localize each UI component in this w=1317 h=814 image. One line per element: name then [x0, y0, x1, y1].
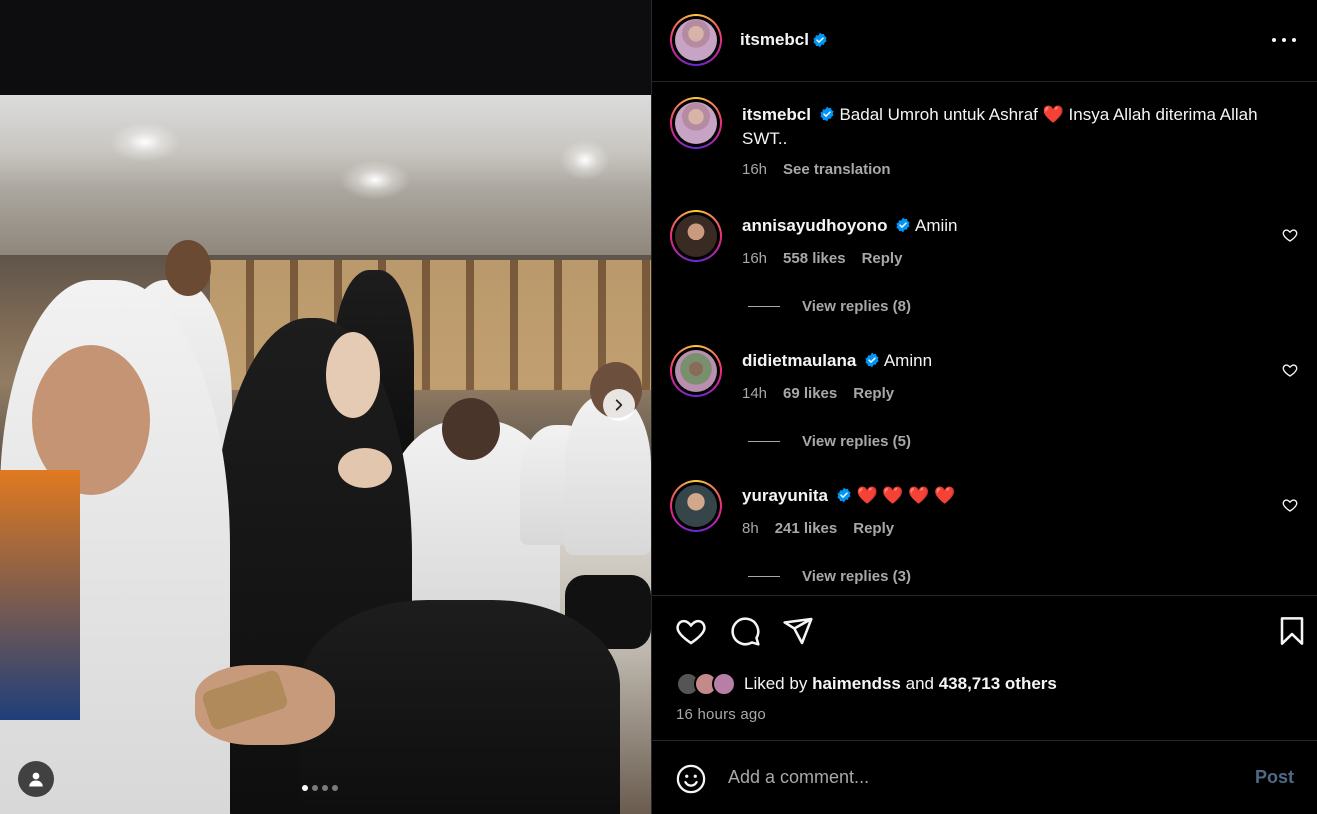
post-actions-bar: Liked by haimendss and 438,713 others 16…	[652, 595, 1317, 741]
verified-icon	[896, 217, 910, 233]
liked-by-others[interactable]: 438,713 others	[939, 674, 1057, 694]
author-username[interactable]: itsmebcl	[740, 30, 809, 50]
comment-username[interactable]: annisayudhoyono	[742, 216, 887, 235]
carousel-next-button[interactable]	[603, 389, 635, 421]
share-icon[interactable]	[782, 615, 814, 647]
view-replies-button[interactable]: View replies (5)	[748, 433, 911, 450]
post-comment-button[interactable]: Post	[1255, 767, 1294, 788]
bookmark-icon[interactable]	[1276, 615, 1308, 647]
verified-icon	[820, 106, 834, 122]
comment-item: didietmaulana Aminn 14h 69 likes Reply V…	[670, 345, 1300, 455]
caption-username[interactable]: itsmebcl	[742, 105, 811, 124]
author-avatar[interactable]	[670, 14, 722, 66]
liked-by-and: and	[905, 674, 934, 693]
likers-avatars[interactable]	[676, 672, 736, 696]
photo-person	[565, 395, 651, 555]
comment-username[interactable]: didietmaulana	[742, 351, 856, 370]
liker-avatar	[712, 672, 736, 696]
caption-text: Badal Umroh untuk Ashraf	[839, 105, 1038, 124]
photo-lanyard	[0, 470, 80, 720]
comment-input[interactable]: Add a comment...	[728, 767, 869, 788]
comment-text: Amiin	[915, 216, 958, 235]
post-side-panel: itsmebcl itsmebcl Badal Umroh untuk Ashr…	[651, 0, 1317, 814]
see-translation-link[interactable]: See translation	[783, 161, 891, 178]
photo-light	[560, 140, 610, 180]
heart-icon[interactable]	[1282, 227, 1298, 243]
caption-time[interactable]: 16h	[742, 161, 767, 178]
view-replies-button[interactable]: View replies (3)	[748, 568, 911, 585]
commenter-avatar[interactable]	[670, 345, 722, 397]
carousel-dot	[332, 785, 338, 791]
reply-button[interactable]: Reply	[862, 250, 903, 267]
liked-by-prefix: Liked by	[744, 674, 808, 693]
post-photo[interactable]	[0, 0, 651, 814]
post-timestamp[interactable]: 16 hours ago	[676, 706, 766, 723]
author-avatar[interactable]	[670, 97, 722, 149]
reply-button[interactable]: Reply	[853, 385, 894, 402]
photo-arcade	[0, 95, 651, 255]
comment-text: ❤️ ❤️ ❤️ ❤️	[856, 486, 956, 505]
carousel-dot	[302, 785, 308, 791]
comments-list[interactable]: itsmebcl Badal Umroh untuk Ashraf ❤️ Ins…	[652, 83, 1317, 595]
photo-face	[326, 332, 380, 418]
photo-face	[165, 240, 211, 296]
photo-light	[110, 122, 180, 162]
comment-likes[interactable]: 241 likes	[775, 520, 838, 537]
more-icon	[1272, 38, 1276, 42]
liked-by-user[interactable]: haimendss	[812, 674, 901, 694]
liked-by: Liked by haimendss and 438,713 others	[676, 672, 1057, 696]
commenter-avatar[interactable]	[670, 210, 722, 262]
more-options-button[interactable]	[1272, 30, 1296, 50]
like-heart-icon[interactable]	[675, 615, 707, 647]
emoji-icon[interactable]	[676, 764, 706, 794]
carousel-indicator	[302, 785, 338, 791]
heart-icon[interactable]	[1282, 497, 1298, 513]
view-replies-button[interactable]: View replies (8)	[748, 298, 911, 315]
post-caption: itsmebcl Badal Umroh untuk Ashraf ❤️ Ins…	[670, 97, 1300, 197]
post-header: itsmebcl	[652, 0, 1317, 82]
user-tag-icon	[29, 772, 43, 787]
chevron-right-icon	[615, 399, 623, 411]
commenter-avatar[interactable]	[670, 480, 722, 532]
heart-icon[interactable]	[1282, 362, 1298, 378]
comment-item: annisayudhoyono Amiin 16h 558 likes Repl…	[670, 210, 1300, 320]
verified-icon	[813, 32, 827, 48]
comment-likes[interactable]: 69 likes	[783, 385, 837, 402]
photo-hands	[338, 448, 392, 488]
reply-button[interactable]: Reply	[853, 520, 894, 537]
comment-time[interactable]: 16h	[742, 250, 767, 267]
comment-likes[interactable]: 558 likes	[783, 250, 846, 267]
heart-emoji: ❤️	[1042, 105, 1064, 124]
comment-username[interactable]: yurayunita	[742, 486, 828, 505]
comment-icon[interactable]	[729, 615, 761, 647]
photo-light	[340, 160, 410, 200]
comment-item: yurayunita ❤️ ❤️ ❤️ ❤️ 8h 241 likes Repl…	[670, 480, 1300, 590]
carousel-dot	[322, 785, 328, 791]
photo-robe	[300, 600, 620, 814]
carousel-dot	[312, 785, 318, 791]
comment-time[interactable]: 14h	[742, 385, 767, 402]
comment-time[interactable]: 8h	[742, 520, 759, 537]
tagged-users-button[interactable]	[18, 761, 54, 797]
comment-text: Aminn	[883, 351, 933, 370]
verified-icon	[837, 487, 851, 503]
verified-icon	[865, 352, 879, 368]
add-comment-bar: Add a comment... Post	[652, 742, 1317, 814]
photo-face	[442, 398, 500, 460]
